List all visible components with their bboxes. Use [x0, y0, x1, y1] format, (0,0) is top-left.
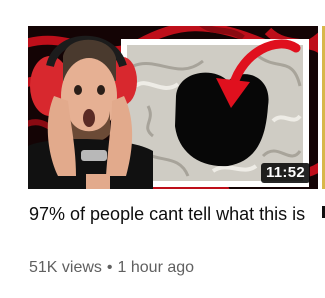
video-thumbnail[interactable]: 11:52: [28, 26, 318, 189]
upload-age: 1 hour ago: [117, 259, 195, 276]
video-card[interactable]: 11:52 97% of people cant tell what this …: [28, 26, 320, 298]
view-count: 51K views: [29, 259, 102, 276]
video-metadata: 51K views • 1 hour ago: [29, 258, 194, 278]
duration-badge: 11:52: [260, 163, 310, 183]
video-title[interactable]: 97% of people cant tell what this is: [29, 202, 311, 226]
metadata-separator: •: [106, 259, 113, 276]
